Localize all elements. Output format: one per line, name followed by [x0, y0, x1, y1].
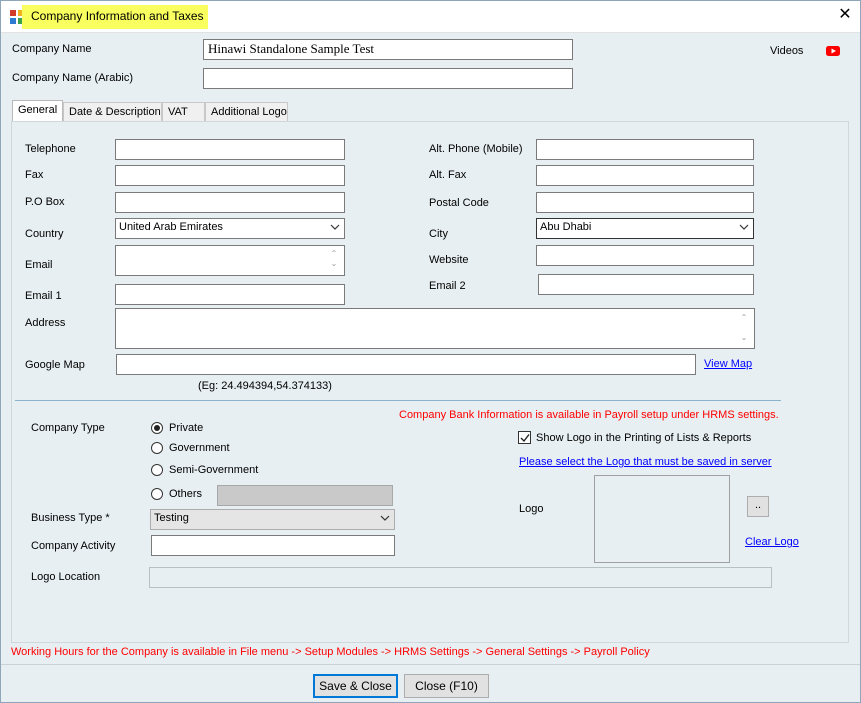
city-label: City	[429, 228, 448, 240]
email1-input[interactable]	[115, 284, 345, 305]
logo-label: Logo	[519, 503, 544, 515]
address-scroll-arrows: ⌃ ⌄	[740, 313, 748, 342]
address-label: Address	[25, 317, 66, 329]
company-name-arabic-label: Company Name (Arabic)	[12, 72, 134, 84]
window-title: Company Information and Taxes	[31, 9, 204, 23]
company-type-others-input	[217, 485, 393, 506]
company-type-label: Company Type	[31, 422, 105, 434]
email1-label: Email 1	[25, 290, 62, 302]
company-type-government-label: Government	[169, 442, 230, 454]
country-label: Country	[25, 228, 64, 240]
email2-input[interactable]	[538, 274, 754, 295]
videos-label: Videos	[770, 45, 804, 57]
save-close-button[interactable]: Save & Close	[313, 674, 398, 698]
fax-label: Fax	[25, 169, 44, 181]
working-hours-notice: Working Hours for the Company is availab…	[11, 646, 650, 658]
company-type-government-radio[interactable]	[151, 442, 163, 454]
pobox-label: P.O Box	[25, 196, 65, 208]
city-select[interactable]: Abu Dhabi	[536, 218, 754, 239]
company-type-private-label: Private	[169, 422, 204, 434]
country-select[interactable]: United Arab Emirates	[115, 218, 345, 239]
show-logo-checkbox[interactable]	[518, 431, 531, 444]
country-select-value: United Arab Emirates	[119, 221, 223, 233]
youtube-icon[interactable]	[826, 46, 840, 56]
alt-phone-input[interactable]	[536, 139, 754, 160]
title-bar: Company Information and Taxes ✕	[1, 1, 860, 33]
email-input[interactable]	[115, 245, 345, 276]
clear-logo-link[interactable]: Clear Logo	[745, 536, 799, 548]
section-divider	[15, 400, 781, 401]
company-type-others-label: Others	[169, 488, 203, 500]
website-input[interactable]	[536, 245, 754, 266]
google-map-input[interactable]	[116, 354, 696, 375]
company-name-label: Company Name	[12, 43, 92, 55]
logo-preview	[594, 475, 730, 563]
close-icon[interactable]: ✕	[835, 5, 855, 25]
company-type-semi-government-label: Semi-Government	[169, 464, 259, 476]
show-logo-label: Show Logo in the Printing of Lists & Rep…	[536, 432, 752, 444]
bank-info-notice: Company Bank Information is available in…	[399, 409, 779, 421]
company-type-others-radio[interactable]	[151, 488, 163, 500]
view-map-link[interactable]: View Map	[704, 358, 752, 370]
email-label: Email	[25, 259, 53, 271]
chevron-down-icon	[380, 515, 390, 521]
email-scroll-arrows: ⌃ ⌄	[330, 249, 338, 268]
google-map-label: Google Map	[25, 359, 85, 371]
google-map-hint: (Eg: 24.494394,54.374133)	[198, 380, 332, 392]
chevron-down-icon	[330, 224, 340, 230]
website-label: Website	[429, 254, 469, 266]
browse-logo-button[interactable]: ..	[747, 496, 769, 517]
dialog-window: Company Information and Taxes ✕ Company …	[0, 0, 861, 703]
logo-location-input	[149, 567, 772, 588]
tab-date-description[interactable]: Date & Description	[63, 102, 162, 122]
select-logo-link[interactable]: Please select the Logo that must be save…	[519, 456, 772, 468]
email2-label: Email 2	[429, 280, 466, 292]
business-type-select[interactable]: Testing	[150, 509, 395, 530]
tab-general[interactable]: General	[12, 100, 63, 122]
alt-fax-label: Alt. Fax	[429, 169, 467, 181]
company-name-arabic-input[interactable]	[203, 68, 573, 89]
tab-additional-logo[interactable]: Additional Logo	[205, 102, 288, 122]
company-name-input[interactable]: Hinawi Standalone Sample Test	[203, 39, 573, 60]
telephone-input[interactable]	[115, 139, 345, 160]
tab-vat[interactable]: VAT	[162, 102, 205, 122]
postal-code-input[interactable]	[536, 192, 754, 213]
business-type-select-value: Testing	[154, 512, 189, 524]
address-input[interactable]	[115, 308, 755, 349]
alt-phone-label: Alt. Phone (Mobile)	[429, 143, 523, 155]
telephone-label: Telephone	[25, 143, 76, 155]
fax-input[interactable]	[115, 165, 345, 186]
postal-code-label: Postal Code	[429, 197, 489, 209]
checkmark-icon	[520, 434, 530, 443]
logo-location-label: Logo Location	[31, 571, 101, 583]
company-type-private-radio[interactable]	[151, 422, 163, 434]
alt-fax-input[interactable]	[536, 165, 754, 186]
business-type-label: Business Type *	[31, 512, 110, 524]
company-activity-input[interactable]	[151, 535, 395, 556]
close-button[interactable]: Close (F10)	[404, 674, 489, 698]
city-select-value: Abu Dhabi	[540, 221, 592, 233]
company-type-semi-government-radio[interactable]	[151, 464, 163, 476]
chevron-down-icon	[739, 224, 749, 230]
company-activity-label: Company Activity	[31, 540, 116, 552]
pobox-input[interactable]	[115, 192, 345, 213]
